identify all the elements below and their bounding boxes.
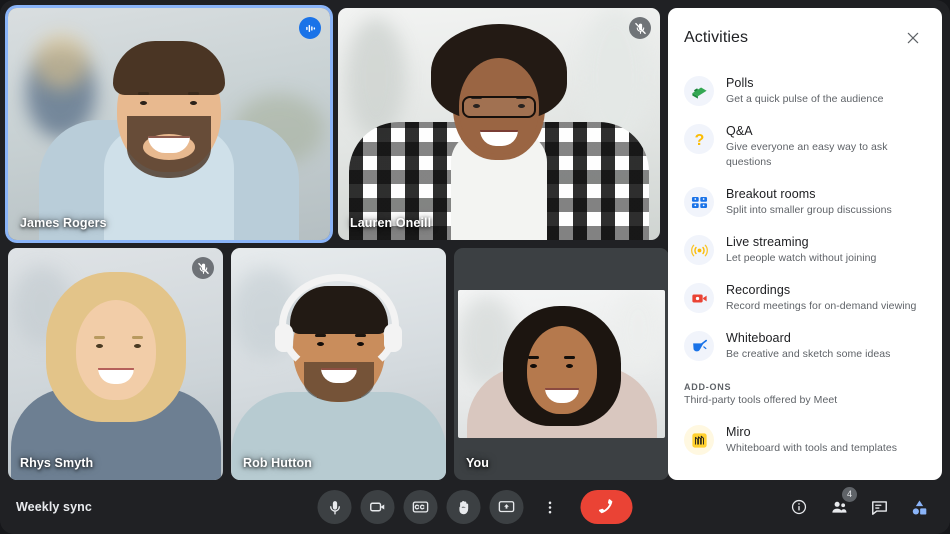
- video-tile-you[interactable]: You: [454, 248, 669, 480]
- activity-item-breakout-rooms[interactable]: Breakout rooms Split into smaller group …: [668, 178, 942, 226]
- participant-name: Lauren Oneill: [350, 216, 432, 230]
- tile-video-feed: [458, 290, 665, 438]
- activity-title: Q&A: [726, 124, 753, 138]
- present-now-button[interactable]: [489, 490, 524, 524]
- activity-item-miro[interactable]: Miro Whiteboard with tools and templates: [668, 416, 942, 464]
- chat-bubble-icon: [871, 500, 887, 515]
- volume-bars-icon: [299, 17, 321, 39]
- activity-title: Breakout rooms: [726, 187, 816, 201]
- video-tile-rhys-smyth[interactable]: Rhys Smyth: [8, 248, 223, 480]
- participant-name: Rob Hutton: [243, 456, 313, 470]
- participant-photo: [8, 8, 330, 240]
- participant-photo: [458, 290, 665, 438]
- more-options-icon: [548, 501, 551, 513]
- info-icon: [791, 499, 807, 515]
- activity-text: Live streaming Let people watch without …: [726, 233, 876, 266]
- video-grid: James Rogers Lauren Oneill Rhys Smyth Ro…: [8, 8, 669, 480]
- mic-off-icon: [629, 17, 651, 39]
- activity-description: Be creative and sketch some ideas: [726, 348, 891, 360]
- question-mark-icon: ?: [684, 124, 714, 154]
- activity-item-recordings[interactable]: Recordings Record meetings for on-demand…: [668, 274, 942, 322]
- video-tile-rob-hutton[interactable]: Rob Hutton: [231, 248, 446, 480]
- addons-label: ADD-ONS: [684, 382, 732, 392]
- participants-button[interactable]: 4: [822, 487, 857, 524]
- participant-name: James Rogers: [20, 216, 107, 230]
- center-controls: [317, 490, 633, 524]
- tile-video-feed: [338, 8, 660, 240]
- activity-text: Whiteboard Be creative and sketch some i…: [726, 329, 891, 362]
- breakout-rooms-icon: [684, 187, 714, 217]
- activity-title: Live streaming: [726, 235, 809, 249]
- meeting-info[interactable]: Weekly sync: [16, 500, 92, 514]
- participant-count-badge: 4: [842, 487, 857, 502]
- activity-item-polls[interactable]: Polls Get a quick pulse of the audience: [668, 67, 942, 115]
- poll-icon: [684, 76, 714, 106]
- camera-toggle-button[interactable]: [360, 490, 395, 524]
- raise-hand-button[interactable]: [446, 490, 481, 524]
- activities-panel: Activities Polls Get a quick pulse of th…: [668, 8, 942, 480]
- participant-photo: [231, 248, 446, 480]
- activity-text: Recordings Record meetings for on-demand…: [726, 281, 916, 314]
- addons-subtitle: Third-party tools offered by Meet: [684, 394, 838, 406]
- activity-title: Miro: [726, 425, 751, 439]
- mic-toggle-button[interactable]: [317, 490, 352, 524]
- activity-item-qa[interactable]: ? Q&A Give everyone an easy way to ask q…: [668, 115, 942, 178]
- meet-window: James Rogers Lauren Oneill Rhys Smyth Ro…: [0, 0, 950, 534]
- captions-button[interactable]: [403, 490, 438, 524]
- microphone-icon: [329, 500, 340, 515]
- right-controls: 4: [782, 487, 936, 524]
- meeting-title: Weekly sync: [16, 500, 92, 514]
- activity-title: Polls: [726, 76, 754, 90]
- participant-photo: [8, 248, 223, 480]
- video-tile-lauren-oneill[interactable]: Lauren Oneill: [338, 8, 660, 240]
- mic-off-icon: [192, 257, 214, 279]
- activity-title: Whiteboard: [726, 331, 791, 345]
- activity-description: Whiteboard with tools and templates: [726, 442, 898, 454]
- participant-name: Rhys Smyth: [20, 456, 94, 470]
- tile-video-feed: [8, 248, 223, 480]
- camera-icon: [370, 502, 385, 512]
- activity-title: Recordings: [726, 283, 791, 297]
- whiteboard-pen-icon: [684, 331, 714, 361]
- activity-description: Get a quick pulse of the audience: [726, 93, 884, 105]
- tile-video-feed: [8, 8, 330, 240]
- video-tile-james-rogers[interactable]: James Rogers: [8, 8, 330, 240]
- raise-hand-icon: [458, 500, 468, 514]
- activity-description: Record meetings for on-demand viewing: [726, 300, 917, 312]
- activity-text: Q&A Give everyone an easy way to ask que…: [726, 122, 926, 170]
- chat-button[interactable]: [862, 490, 896, 524]
- participant-name: You: [466, 456, 489, 470]
- bottom-toolbar: Weekly sync 4: [0, 480, 950, 534]
- activity-description: Let people watch without joining: [726, 252, 877, 264]
- present-screen-icon: [498, 501, 515, 513]
- activity-item-whiteboard[interactable]: Whiteboard Be creative and sketch some i…: [668, 322, 942, 370]
- live-streaming-icon: [684, 235, 714, 265]
- activities-button[interactable]: [902, 490, 936, 524]
- activity-text: Breakout rooms Split into smaller group …: [726, 185, 892, 218]
- activity-description: Split into smaller group discussions: [726, 204, 892, 216]
- activity-text: Miro Whiteboard with tools and templates: [726, 423, 897, 456]
- activity-text: Polls Get a quick pulse of the audience: [726, 74, 884, 107]
- leave-call-button[interactable]: [580, 490, 633, 524]
- more-options-button[interactable]: [533, 490, 567, 524]
- recording-camera-icon: [684, 283, 714, 313]
- panel-title: Activities: [684, 29, 749, 46]
- panel-body[interactable]: Polls Get a quick pulse of the audience …: [668, 63, 942, 480]
- captions-icon: [412, 501, 429, 513]
- svg-text:?: ?: [694, 132, 704, 149]
- meeting-details-button[interactable]: [782, 490, 816, 524]
- addons-section-header: ADD-ONS Third-party tools offered by Mee…: [668, 370, 942, 406]
- miro-icon: [684, 425, 714, 455]
- close-icon[interactable]: [900, 25, 926, 51]
- activity-description: Give everyone an easy way to ask questio…: [726, 141, 888, 168]
- participant-photo: [338, 8, 660, 240]
- end-call-icon: [598, 499, 613, 514]
- tile-video-feed: [231, 248, 446, 480]
- activity-item-live-streaming[interactable]: Live streaming Let people watch without …: [668, 226, 942, 274]
- activities-icon: [912, 500, 926, 515]
- panel-header: Activities: [668, 8, 942, 63]
